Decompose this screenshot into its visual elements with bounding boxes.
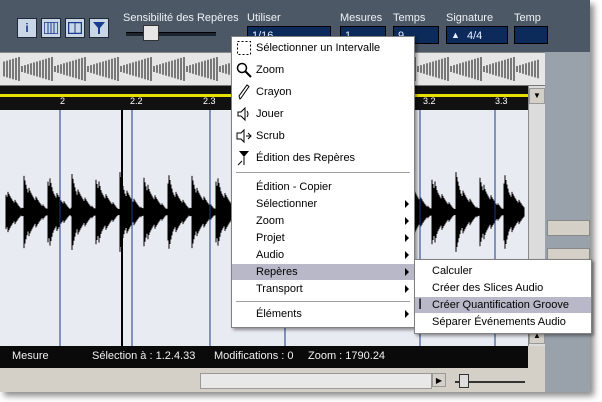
- menu-item-project-submenu[interactable]: Projet: [232, 230, 414, 246]
- submenu-item-label: Créer des Slices Audio: [432, 282, 544, 294]
- hitpoint-mode-button[interactable]: [41, 18, 61, 38]
- menu-item-play-tool[interactable]: Jouer: [232, 106, 414, 122]
- ruler-mark: 2: [60, 96, 66, 106]
- menu-item-zoom-tool[interactable]: Zoom: [232, 62, 414, 78]
- submenu-item-label: Créer Quantification Groove: [432, 299, 569, 311]
- tempo-label: Temp: [514, 12, 541, 24]
- signature-label: Signature: [446, 12, 494, 24]
- ruler-mark: 2.3: [203, 96, 216, 106]
- ruler-mark: 2.2: [130, 96, 143, 106]
- menu-item-label: Zoom: [256, 215, 285, 227]
- menu-item-hitpoints-submenu[interactable]: Repères: [232, 264, 414, 280]
- info-button[interactable]: i: [17, 18, 37, 38]
- menu-item-label: Sélectionner un Intervalle: [256, 42, 381, 54]
- sensitivity-label: Sensibilité des Repères: [123, 12, 239, 24]
- menu-item-label: Scrub: [256, 130, 285, 142]
- hitpoints-submenu: Calculer Créer des Slices Audio Créer Qu…: [414, 259, 592, 334]
- range-select-icon: [237, 41, 251, 55]
- speaker-icon: [237, 106, 249, 122]
- menu-separator: [236, 301, 410, 302]
- menu-item-audio-submenu[interactable]: Audio: [232, 247, 414, 263]
- menu-separator: [236, 172, 410, 173]
- menu-item-pencil-tool[interactable]: Crayon: [232, 84, 414, 100]
- menu-item-label: Édition des Repères: [256, 152, 356, 164]
- scrub-icon: [236, 128, 252, 144]
- status-modifications: Modifications : 0: [214, 350, 294, 362]
- scroll-down-arrow-icon[interactable]: ▼: [529, 88, 545, 104]
- submenu-arrow-icon: [405, 200, 409, 208]
- menu-item-elements-submenu[interactable]: Éléments: [232, 306, 414, 322]
- info-icon: i: [25, 21, 29, 35]
- submenu-item-calculate[interactable]: Calculer: [415, 263, 591, 279]
- hitpoint-edit-icon: [237, 151, 249, 166]
- menu-item-label: Audio: [256, 249, 285, 261]
- horizontal-scrollbar[interactable]: [200, 373, 432, 389]
- menu-item-hitpoint-edit-tool[interactable]: Édition des Repères: [232, 150, 414, 166]
- sensitivity-slider-track[interactable]: [126, 32, 216, 36]
- beats-label: Temps: [393, 12, 426, 24]
- hitpoint-grid-icon: [44, 22, 58, 34]
- ruler-mark: 3.2: [423, 96, 436, 106]
- tempo-field[interactable]: [514, 26, 548, 44]
- submenu-arrow-icon: [405, 285, 409, 293]
- menu-item-label: Édition - Copier: [256, 181, 332, 193]
- submenu-arrow-icon: [405, 217, 409, 225]
- signature-field[interactable]: ▲ 4/4: [446, 26, 508, 44]
- text-cursor-icon: I: [418, 297, 423, 313]
- status-zoom: Zoom : 1790.24: [308, 350, 386, 362]
- sensitivity-slider-thumb[interactable]: [143, 25, 159, 41]
- signature-value: 4/4: [467, 30, 483, 42]
- regions-button[interactable]: [65, 18, 85, 38]
- submenu-item-label: Calculer: [432, 265, 473, 277]
- menu-item-label: Repères: [256, 266, 298, 278]
- menu-item-select-submenu[interactable]: Sélectionner: [232, 196, 414, 212]
- menu-item-transport-submenu[interactable]: Transport: [232, 281, 414, 297]
- filter-button[interactable]: [89, 18, 109, 38]
- menu-item-label: Zoom: [256, 64, 285, 76]
- measures-label: Mesures: [340, 12, 383, 24]
- side-panel: [545, 52, 590, 392]
- menu-item-label: Éléments: [256, 308, 302, 320]
- menu-item-select-range[interactable]: Sélectionner un Intervalle: [232, 40, 414, 56]
- menu-item-zoom-submenu[interactable]: Zoom: [232, 213, 414, 229]
- submenu-item-label: Séparer Événements Audio: [432, 316, 566, 328]
- use-label: Utiliser: [247, 12, 281, 24]
- menu-item-label: Jouer: [256, 108, 284, 120]
- context-menu: Sélectionner un Intervalle Zoom Crayon J…: [231, 36, 415, 328]
- status-mode: Mesure: [12, 350, 49, 362]
- status-bar: Mesure Sélection à : 1.2.4.33 Modificati…: [0, 346, 528, 368]
- menu-item-label: Projet: [256, 232, 285, 244]
- stepper-icon[interactable]: ▲: [451, 26, 460, 44]
- submenu-arrow-icon: [405, 268, 409, 276]
- menu-item-edit-copy[interactable]: Édition - Copier: [232, 179, 414, 195]
- magnifier-icon: [236, 62, 252, 78]
- zoom-slider-thumb[interactable]: [459, 374, 469, 388]
- regions-icon: [68, 22, 82, 34]
- side-slider[interactable]: [547, 220, 590, 236]
- submenu-item-create-slices[interactable]: Créer des Slices Audio: [415, 280, 591, 296]
- menu-item-label: Crayon: [256, 86, 292, 98]
- submenu-arrow-icon: [405, 310, 409, 318]
- status-selection: Sélection à : 1.2.4.33: [92, 350, 196, 362]
- menu-item-label: Sélectionner: [256, 198, 318, 210]
- submenu-item-create-groove-quantize[interactable]: Créer Quantification Groove: [415, 297, 591, 313]
- submenu-arrow-icon: [405, 234, 409, 242]
- ruler-mark: 3.3: [495, 96, 508, 106]
- menu-item-scrub-tool[interactable]: Scrub: [232, 128, 414, 144]
- menu-item-label: Transport: [256, 283, 303, 295]
- scroll-right-arrow-icon[interactable]: ▶: [432, 373, 446, 387]
- funnel-icon: [93, 22, 105, 34]
- pencil-icon: [238, 84, 250, 100]
- submenu-arrow-icon: [405, 251, 409, 259]
- submenu-item-split-audio-events[interactable]: Séparer Événements Audio: [415, 314, 591, 330]
